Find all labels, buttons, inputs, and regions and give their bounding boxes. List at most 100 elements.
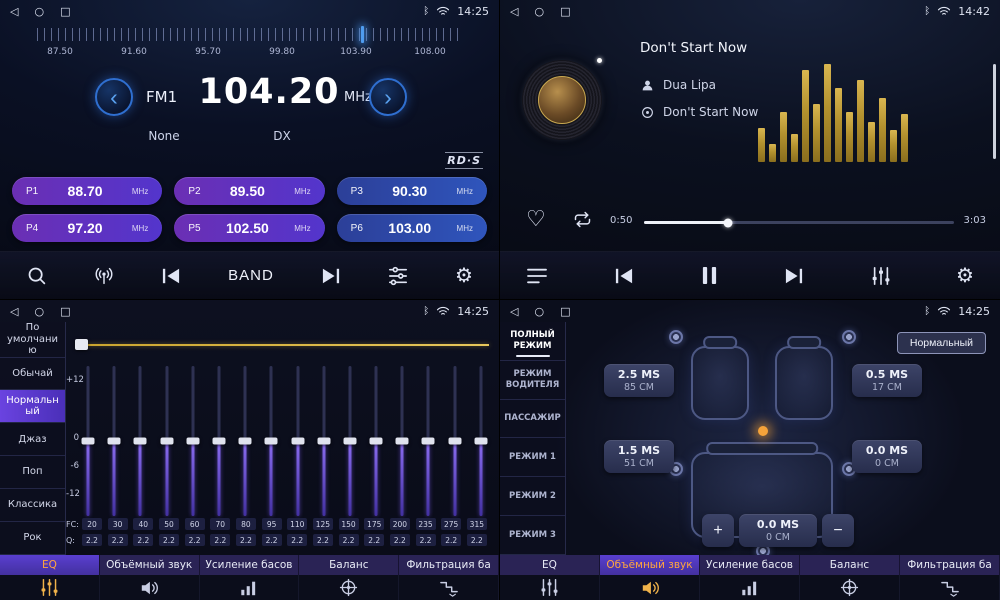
tab-eq[interactable]: EQ (0, 555, 100, 600)
tab-filter-label[interactable]: Фильтрация ба (900, 555, 1000, 575)
tab-bass-label[interactable]: Усиление басов (700, 555, 800, 575)
previous-icon[interactable] (160, 267, 182, 285)
tune-up-button[interactable]: › (369, 78, 407, 116)
eq-preset-item[interactable]: Классика (0, 489, 65, 522)
eq-band-slider[interactable] (292, 366, 304, 516)
eq-sliders-icon[interactable] (871, 266, 891, 286)
eq-band-slider[interactable] (213, 366, 225, 516)
recents-icon[interactable]: □ (60, 5, 70, 18)
eq-band-slider[interactable] (422, 366, 434, 516)
eq-preset-item[interactable]: Поп (0, 456, 65, 489)
frequency-ruler[interactable]: 87.50 91.60 95.70 99.80 103.90 108.00 (15, 26, 485, 64)
home-icon[interactable]: ○ (534, 305, 544, 318)
tune-down-button[interactable]: ‹ (95, 78, 133, 116)
preset-p2[interactable]: P2 89.50 MHz (174, 177, 324, 205)
eq-preset-item[interactable]: Нормальный (0, 390, 65, 423)
settings-gear-icon[interactable]: ⚙ (455, 266, 473, 286)
delay-front-right[interactable]: 0.5 MS 17 CM (852, 364, 922, 397)
tab-eq-label[interactable]: EQ (500, 555, 600, 575)
tab-surround-label[interactable]: Объёмный звук (100, 555, 200, 575)
delay-minus-button[interactable]: − (822, 514, 854, 547)
preamp-slider[interactable] (78, 344, 489, 346)
tab-surround-sound[interactable]: Объёмный звук (100, 555, 200, 600)
scale-label: 87.50 (47, 47, 73, 57)
back-icon[interactable]: ◁ (510, 305, 518, 318)
recents-icon[interactable]: □ (560, 5, 570, 18)
surround-mode-item[interactable]: РЕЖИМ 3 (500, 516, 565, 555)
eq-band-slider[interactable] (344, 366, 356, 516)
search-icon[interactable] (26, 265, 47, 286)
preset-p5[interactable]: P5 102.50 MHz (174, 214, 324, 242)
surround-mode-item[interactable]: РЕЖИМ 2 (500, 477, 565, 516)
playlist-icon[interactable] (526, 267, 548, 285)
tab-filter-label[interactable]: Фильтрация ба (399, 555, 499, 575)
tab-balance-label[interactable]: Баланс (800, 555, 900, 575)
home-icon[interactable]: ○ (34, 5, 44, 18)
sound-preset-button[interactable]: Нормальный (897, 332, 986, 354)
surround-mode-item[interactable]: РЕЖИМ ВОДИТЕЛЯ (500, 361, 565, 400)
surround-mode-item[interactable]: ПАССАЖИР (500, 400, 565, 439)
repeat-icon[interactable] (572, 211, 593, 228)
band-button[interactable]: BAND (228, 267, 274, 284)
preset-p3[interactable]: P3 90.30 MHz (337, 177, 487, 205)
eq-band-slider[interactable] (161, 366, 173, 516)
delay-front-left[interactable]: 2.5 MS 85 CM (604, 364, 674, 397)
tab-balance[interactable]: Баланс (800, 555, 900, 600)
progress-bar[interactable] (644, 221, 954, 224)
preamp-handle[interactable] (75, 339, 88, 350)
surround-mode-item[interactable]: ПОЛНЫЙ РЕЖИМ (500, 322, 565, 361)
broadcast-icon[interactable] (93, 265, 115, 287)
eq-band-slider[interactable] (82, 366, 94, 516)
tab-filter[interactable]: Фильтрация ба (900, 555, 1000, 600)
progress-knob[interactable] (723, 218, 732, 227)
tab-balance-label[interactable]: Баланс (299, 555, 399, 575)
next-track-icon[interactable] (783, 267, 805, 285)
delay-rear-right[interactable]: 0.0 MS 0 CM (852, 440, 922, 473)
delay-rear-left[interactable]: 1.5 MS 51 CM (604, 440, 674, 473)
home-icon[interactable]: ○ (534, 5, 544, 18)
recents-icon[interactable]: □ (60, 305, 70, 318)
eq-band-slider[interactable] (187, 366, 199, 516)
tab-bass-boost[interactable]: Усиление басов (700, 555, 800, 600)
back-icon[interactable]: ◁ (510, 5, 518, 18)
home-icon[interactable]: ○ (34, 305, 44, 318)
eq-band-slider[interactable] (318, 366, 330, 516)
tab-balance[interactable]: Баланс (299, 555, 399, 600)
previous-track-icon[interactable] (613, 267, 635, 285)
eq-band-slider[interactable] (134, 366, 146, 516)
eq-band-slider[interactable] (370, 366, 382, 516)
tab-eq-label[interactable]: EQ (0, 555, 100, 575)
favorite-heart-icon[interactable]: ♡ (526, 206, 546, 232)
eq-preset-item[interactable]: Обычай (0, 358, 65, 391)
eq-band-slider[interactable] (475, 366, 487, 516)
eq-band-slider[interactable] (396, 366, 408, 516)
eq-band-slider[interactable] (239, 366, 251, 516)
eq-preset-item[interactable]: Джаз (0, 423, 65, 456)
preset-p4[interactable]: P4 97.20 MHz (12, 214, 162, 242)
eq-band-slider[interactable] (265, 366, 277, 516)
delay-plus-button[interactable]: + (702, 514, 734, 547)
eq-band-slider[interactable] (449, 366, 461, 516)
tab-bass-label[interactable]: Усиление басов (200, 555, 300, 575)
tab-filter[interactable]: Фильтрация ба (399, 555, 499, 600)
tab-surround-label[interactable]: Объёмный звук (600, 555, 700, 575)
eq-preset-item[interactable]: Рок (0, 522, 65, 555)
mixer-icon[interactable] (387, 266, 409, 286)
tab-surround-sound[interactable]: Объёмный звук (600, 555, 700, 600)
preset-p6[interactable]: P6 103.00 MHz (337, 214, 487, 242)
pause-icon[interactable] (701, 266, 718, 285)
eq-fc-cells: 2030405060708095110125150175200235275315 (82, 518, 487, 530)
seat-front-right[interactable] (775, 346, 833, 420)
tab-bass-boost[interactable]: Усиление басов (200, 555, 300, 600)
preset-p1[interactable]: P1 88.70 MHz (12, 177, 162, 205)
back-icon[interactable]: ◁ (10, 5, 18, 18)
seat-front-left[interactable] (691, 346, 749, 420)
surround-mode-item[interactable]: РЕЖИМ 1 (500, 438, 565, 477)
next-icon[interactable] (320, 267, 342, 285)
eq-band-slider[interactable] (108, 366, 120, 516)
eq-preset-item[interactable]: По умолчанию (0, 322, 65, 358)
settings-gear-icon[interactable]: ⚙ (956, 266, 974, 286)
recents-icon[interactable]: □ (560, 305, 570, 318)
back-icon[interactable]: ◁ (10, 305, 18, 318)
tab-eq[interactable]: EQ (500, 555, 600, 600)
